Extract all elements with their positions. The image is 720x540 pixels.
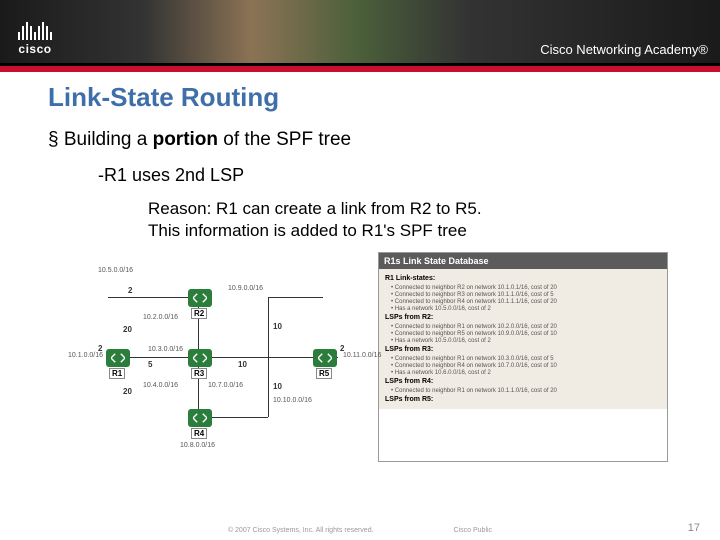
cost-label: 10 bbox=[273, 382, 282, 391]
db-item: Connected to neighbor R1 on network 10.2… bbox=[391, 323, 661, 330]
db-item: Connected to neighbor R3 on network 10.1… bbox=[391, 291, 661, 298]
cost-label: 20 bbox=[123, 387, 132, 396]
router-label: R3 bbox=[191, 368, 207, 379]
db-item: Has a network 10.5.0.0/16, cost of 2 bbox=[391, 337, 661, 344]
cisco-logo: cisco bbox=[18, 18, 52, 56]
db-header: R1s Link State Database bbox=[379, 253, 667, 269]
db-section: R1 Link-states: bbox=[385, 275, 661, 282]
db-body: R1 Link-states: Connected to neighbor R2… bbox=[379, 269, 667, 409]
db-item: Connected to neighbor R4 on network 10.7… bbox=[391, 362, 661, 369]
page-number: 17 bbox=[688, 522, 700, 534]
network-label: 10.10.0.0/16 bbox=[273, 397, 312, 404]
router-label: R5 bbox=[316, 368, 332, 379]
router-icon bbox=[188, 289, 212, 307]
footer: © 2007 Cisco Systems, Inc. All rights re… bbox=[0, 527, 720, 534]
network-label: 10.2.0.0/16 bbox=[143, 314, 178, 321]
db-item: Connected to neighbor R4 on network 10.1… bbox=[391, 298, 661, 305]
router-icon bbox=[188, 409, 212, 427]
db-item: Has a network 10.5.0.0/16, cost of 2 bbox=[391, 305, 661, 312]
db-section: LSPs from R5: bbox=[385, 396, 661, 403]
network-topology: R2 R1 R3 R4 R5 10.5.0.0/16 10.1.0.0/16 1… bbox=[68, 252, 368, 462]
bullet-level-2: -R1 uses 2nd LSP bbox=[98, 165, 672, 186]
cost-label: 20 bbox=[123, 325, 132, 334]
slide-content: Link-State Routing Building a portion of… bbox=[0, 72, 720, 462]
router-label: R2 bbox=[191, 308, 207, 319]
router-icon bbox=[188, 349, 212, 367]
network-label: 10.5.0.0/16 bbox=[98, 267, 133, 274]
router-icon bbox=[106, 349, 130, 367]
network-label: 10.9.0.0/16 bbox=[228, 285, 263, 292]
cost-label: 5 bbox=[148, 360, 152, 369]
db-item: Connected to neighbor R1 on network 10.1… bbox=[391, 387, 661, 394]
router-label: R4 bbox=[191, 428, 207, 439]
network-label: 10.3.0.0/16 bbox=[148, 346, 183, 353]
network-label: 10.11.0.0/16 bbox=[343, 352, 381, 359]
db-item: Connected to neighbor R2 on network 10.1… bbox=[391, 284, 661, 291]
reason-text: Reason: R1 can create a link from R2 to … bbox=[148, 198, 672, 242]
db-item: Has a network 10.6.0.0/16, cost of 2 bbox=[391, 369, 661, 376]
cost-label: 10 bbox=[238, 360, 247, 369]
header-banner: cisco Cisco Networking Academy® bbox=[0, 0, 720, 72]
cost-label: 2 bbox=[98, 344, 102, 353]
db-section: LSPs from R3: bbox=[385, 346, 661, 353]
slide-title: Link-State Routing bbox=[48, 82, 672, 113]
cost-label: 2 bbox=[340, 344, 344, 353]
cost-label: 2 bbox=[128, 286, 132, 295]
router-label: R1 bbox=[109, 368, 125, 379]
network-label: 10.4.0.0/16 bbox=[143, 382, 178, 389]
diagram-area: R2 R1 R3 R4 R5 10.5.0.0/16 10.1.0.0/16 1… bbox=[48, 252, 672, 462]
logo-text: cisco bbox=[18, 42, 51, 56]
db-item: Connected to neighbor R5 on network 10.9… bbox=[391, 330, 661, 337]
network-label: 10.7.0.0/16 bbox=[208, 382, 243, 389]
router-icon bbox=[313, 349, 337, 367]
copyright: © 2007 Cisco Systems, Inc. All rights re… bbox=[228, 527, 374, 534]
bullet-level-1: Building a portion of the SPF tree bbox=[48, 129, 672, 151]
network-label: 10.8.0.0/16 bbox=[180, 442, 215, 449]
logo-bars-icon bbox=[18, 18, 52, 40]
network-label: 10.1.0.0/16 bbox=[68, 352, 103, 359]
link-state-database-panel: R1s Link State Database R1 Link-states: … bbox=[378, 252, 668, 462]
db-item: Connected to neighbor R1 on network 10.3… bbox=[391, 355, 661, 362]
cost-label: 10 bbox=[273, 322, 282, 331]
academy-label: Cisco Networking Academy® bbox=[540, 42, 708, 57]
db-section: LSPs from R2: bbox=[385, 314, 661, 321]
db-section: LSPs from R4: bbox=[385, 378, 661, 385]
footer-label: Cisco Public bbox=[454, 527, 493, 534]
